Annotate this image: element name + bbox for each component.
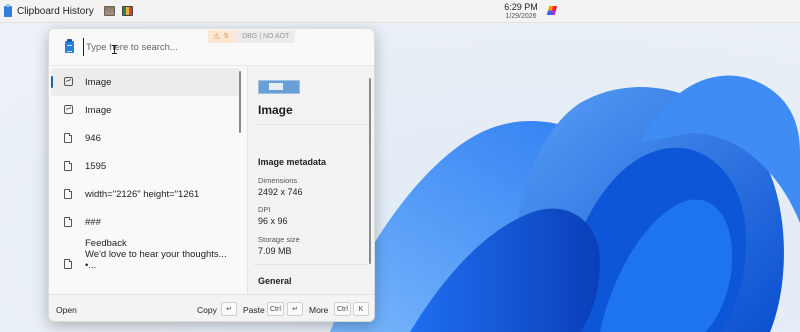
more-shortcut-ctrl: Ctrl <box>334 302 351 316</box>
document-icon <box>64 259 72 269</box>
list-item-label: Image <box>85 77 112 88</box>
list-scrollbar[interactable] <box>239 71 241 133</box>
detail-divider <box>254 124 370 125</box>
taskbar-clock[interactable]: 6:29 PM 1/29/2026 <box>495 2 547 22</box>
list-item[interactable]: width="2126" height="1261 <box>51 180 240 208</box>
detail-title: Image <box>258 103 293 117</box>
general-heading: General <box>258 276 292 286</box>
search-row: ⚠ 5 DBG | NO AOT <box>49 29 374 65</box>
folder-app-icon[interactable] <box>103 6 115 16</box>
color-picker-icon[interactable] <box>546 6 558 15</box>
list-item-label: width="2126" height="1261 <box>85 189 200 200</box>
app-title: Clipboard History <box>17 5 94 17</box>
list-item[interactable]: ### <box>51 208 240 236</box>
feedback-title: Feedback <box>85 238 127 249</box>
paste-button[interactable]: Paste <box>243 305 265 315</box>
list-item[interactable]: 946 <box>51 124 240 152</box>
dimensions-value: 2492 x 746 <box>258 187 303 197</box>
list-item-label: ### <box>85 217 101 228</box>
copy-shortcut-key: ↵ <box>221 302 237 316</box>
warning-icon: ⚠ <box>213 32 221 41</box>
clock-date: 1/29/2026 <box>505 13 537 20</box>
warning-count: 5 <box>224 33 229 40</box>
clipboard-icon <box>65 39 74 53</box>
text-cursor-icon <box>112 45 119 54</box>
taskbar: Clipboard History 6:29 PM 1/29/2026 <box>0 0 800 23</box>
list-item[interactable]: 1595 <box>51 152 240 180</box>
selection-indicator <box>51 76 53 88</box>
dimensions-label: Dimensions <box>258 176 298 185</box>
document-icon <box>64 161 72 171</box>
image-thumbnail <box>258 80 300 94</box>
search-input[interactable] <box>83 38 226 56</box>
taskbar-app[interactable]: Clipboard History <box>4 3 94 17</box>
metadata-heading: Image metadata <box>258 157 327 167</box>
storage-value: 7.09 MB <box>258 246 292 256</box>
detail-scrollbar[interactable] <box>369 78 371 264</box>
copy-button[interactable]: Copy <box>197 305 217 315</box>
document-icon <box>64 217 72 227</box>
debug-badge: ⚠ 5 DBG | NO AOT <box>208 30 296 43</box>
image-icon <box>64 105 73 114</box>
feedback-text: Feedback We'd love to hear your thoughts… <box>85 238 227 271</box>
clipboard-history-popup: ⚠ 5 DBG | NO AOT Image Image 946 1595 wi… <box>48 28 375 322</box>
footer-bar: Open Copy ↵ Paste Ctrl ↵ More Ctrl K <box>49 294 374 321</box>
document-icon <box>64 189 72 199</box>
feedback-line: •... <box>85 260 97 271</box>
warning-indicator: ⚠ 5 <box>208 30 237 43</box>
metadata-divider <box>254 264 370 265</box>
open-button[interactable]: Open <box>56 305 77 315</box>
document-icon <box>64 133 72 143</box>
paste-shortcut-enter: ↵ <box>287 302 303 316</box>
dpi-value: 96 x 96 <box>258 216 288 226</box>
list-item[interactable]: Image <box>51 68 240 96</box>
image-icon <box>64 77 73 86</box>
storage-label: Storage size <box>258 235 300 244</box>
more-shortcut-k: K <box>353 302 369 316</box>
list-item-label: 1595 <box>85 161 107 172</box>
detail-pane: Image Image metadata Dimensions 2492 x 7… <box>247 66 374 294</box>
debug-mode-label: DBG | NO AOT <box>236 30 296 43</box>
clock-time: 6:29 PM <box>504 2 538 12</box>
list-item-feedback[interactable]: Feedback We'd love to hear your thoughts… <box>51 236 240 282</box>
list-item[interactable]: Image <box>51 96 240 124</box>
clipboard-app-icon <box>4 3 12 17</box>
list-item-label: 946 <box>85 133 101 144</box>
paste-shortcut-ctrl: Ctrl <box>267 302 284 316</box>
clip-list: Image Image 946 1595 width="2126" height… <box>49 66 245 294</box>
dpi-label: DPI <box>258 205 271 214</box>
more-button[interactable]: More <box>309 305 328 315</box>
feedback-line: We'd love to hear your thoughts... <box>85 249 227 260</box>
list-item-label: Image <box>85 105 112 116</box>
settings-app-icon[interactable] <box>121 6 133 16</box>
